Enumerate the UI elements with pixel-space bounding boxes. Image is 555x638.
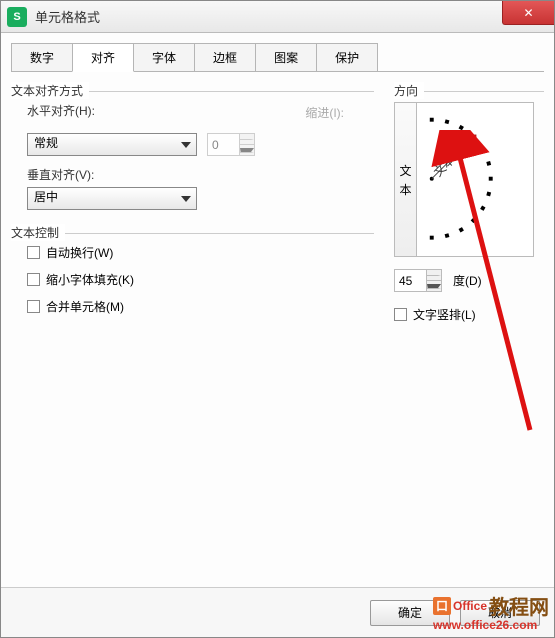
- orientation-preview: 文 本: [394, 102, 534, 257]
- close-button[interactable]: ✕: [502, 1, 554, 25]
- tab-number[interactable]: 数字: [11, 43, 73, 71]
- tab-pattern[interactable]: 图案: [255, 43, 317, 71]
- label-shrink: 缩小字体填充(K): [46, 271, 134, 288]
- cancel-button[interactable]: 取消: [460, 600, 540, 626]
- label-indent: 缩进(I):: [305, 104, 344, 121]
- group-title-orientation: 方向: [394, 82, 424, 99]
- dial-icon: 文本: [417, 103, 533, 255]
- app-icon: S: [7, 7, 27, 27]
- indent-down-icon: [239, 145, 254, 155]
- orientation-dial[interactable]: 文本: [417, 103, 533, 256]
- spinner-indent: [207, 133, 255, 156]
- tab-protection[interactable]: 保护: [316, 43, 378, 71]
- checkbox-vertical-text[interactable]: [394, 308, 407, 321]
- dialog-body: 数字 对齐 字体 边框 图案 保护 文本对齐方式 水平对齐(H): 缩进(I):: [1, 33, 554, 587]
- group-title-textcontrol: 文本控制: [11, 224, 65, 241]
- group-text-alignment: 文本对齐方式 水平对齐(H): 缩进(I): 常规: [11, 82, 374, 210]
- indent-value: [208, 137, 238, 153]
- ok-button[interactable]: 确定: [370, 600, 450, 626]
- select-horizontal-align[interactable]: 常规: [27, 133, 197, 156]
- tab-content: 文本对齐方式 水平对齐(H): 缩进(I): 常规: [11, 82, 544, 577]
- right-column: 方向 文 本: [394, 82, 544, 577]
- spinner-degrees[interactable]: [394, 269, 442, 292]
- tab-strip: 数字 对齐 字体 边框 图案 保护: [11, 43, 544, 72]
- close-icon: ✕: [523, 6, 533, 20]
- checkbox-shrink[interactable]: [27, 273, 40, 286]
- indent-up-icon: [239, 134, 254, 145]
- degrees-up-icon[interactable]: [426, 270, 441, 281]
- select-vertical-align[interactable]: 居中: [27, 187, 197, 210]
- label-merge: 合并单元格(M): [46, 298, 124, 315]
- tab-alignment[interactable]: 对齐: [72, 43, 134, 72]
- tab-font[interactable]: 字体: [133, 43, 195, 71]
- label-vertical-align: 垂直对齐(V):: [27, 166, 374, 183]
- label-degrees: 度(D): [453, 272, 482, 289]
- dialog-footer: 确定 取消: [1, 587, 554, 637]
- group-text-control: 文本控制 自动换行(W) 缩小字体填充(K) 合并单: [11, 224, 374, 315]
- group-title-alignment: 文本对齐方式: [11, 82, 89, 99]
- window-title: 单元格格式: [35, 7, 100, 26]
- degrees-value[interactable]: [395, 273, 425, 289]
- orientation-vertical-button[interactable]: 文 本: [395, 103, 417, 256]
- checkbox-wrap[interactable]: [27, 246, 40, 259]
- dialog-window: S 单元格格式 ✕ 数字 对齐 字体 边框 图案 保护 文本对齐方式 水平对齐(…: [0, 0, 555, 638]
- group-orientation: 方向 文 本: [394, 82, 544, 323]
- label-horizontal-align: 水平对齐(H):: [27, 102, 95, 119]
- titlebar: S 单元格格式 ✕: [1, 1, 554, 33]
- left-column: 文本对齐方式 水平对齐(H): 缩进(I): 常规: [11, 82, 374, 577]
- label-vertical-text: 文字竖排(L): [413, 306, 476, 323]
- tab-border[interactable]: 边框: [194, 43, 256, 71]
- checkbox-merge[interactable]: [27, 300, 40, 313]
- label-wrap: 自动换行(W): [46, 244, 113, 261]
- degrees-down-icon[interactable]: [426, 281, 441, 291]
